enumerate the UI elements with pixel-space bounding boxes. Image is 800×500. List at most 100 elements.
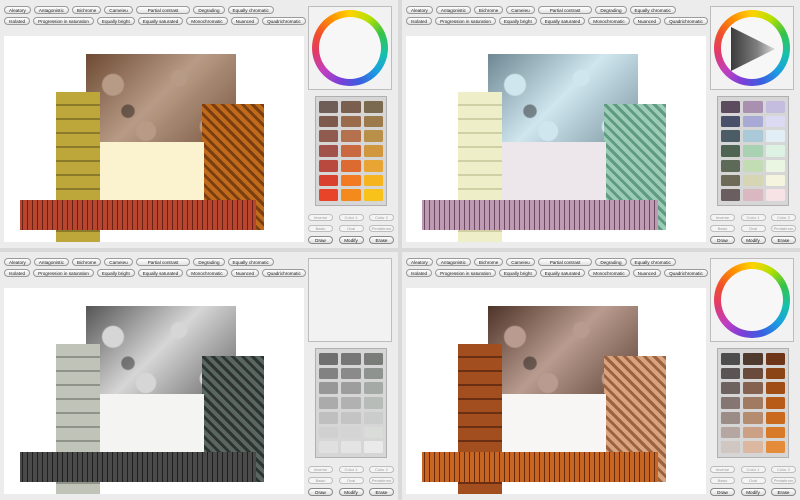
- palette-swatch[interactable]: [319, 397, 339, 409]
- color-control-button[interactable]: Pentabrum: [771, 477, 796, 484]
- palette-swatch[interactable]: [743, 441, 763, 453]
- harmony-button[interactable]: Monochromatic: [186, 269, 228, 277]
- harmony-button[interactable]: Antagonistic: [435, 6, 471, 14]
- palette-swatch[interactable]: [363, 130, 383, 143]
- palette-swatch[interactable]: [363, 426, 383, 439]
- erase-button[interactable]: Erase: [369, 488, 394, 496]
- palette-swatch[interactable]: [765, 426, 785, 439]
- color-control-button[interactable]: Color 1: [740, 466, 766, 473]
- color-control-button[interactable]: Inverse: [710, 466, 735, 473]
- palette-swatch[interactable]: [319, 101, 339, 113]
- palette-swatch[interactable]: [743, 115, 763, 128]
- harmony-button[interactable]: Antagonistic: [435, 258, 471, 266]
- palette-swatch[interactable]: [721, 411, 741, 424]
- palette-swatch[interactable]: [765, 174, 785, 187]
- palette-swatch[interactable]: [319, 441, 339, 453]
- harmony-button[interactable]: Progression in saturation: [33, 17, 94, 25]
- cream-block[interactable]: [100, 142, 204, 208]
- palette-swatch[interactable]: [319, 174, 339, 187]
- harmony-button[interactable]: Progression in saturation: [435, 17, 496, 25]
- palette-swatch[interactable]: [363, 397, 383, 409]
- color-wheel[interactable]: [714, 262, 790, 338]
- color-control-button[interactable]: Color 2: [369, 466, 394, 473]
- palette-swatch[interactable]: [765, 382, 785, 395]
- color-control-button[interactable]: Oval: [740, 225, 766, 232]
- harmony-button[interactable]: Cameieu: [104, 6, 133, 14]
- palette-swatch[interactable]: [341, 353, 361, 365]
- granite-strip[interactable]: [20, 200, 256, 230]
- harmony-button[interactable]: Equally bright: [96, 269, 135, 277]
- harmony-button[interactable]: Partial contrast: [135, 6, 191, 14]
- palette-swatch[interactable]: [319, 145, 339, 157]
- composition-canvas[interactable]: [406, 288, 706, 494]
- harmony-button[interactable]: Bichrome: [71, 6, 102, 14]
- harmony-button[interactable]: Monochromatic: [186, 17, 228, 25]
- harmony-button[interactable]: Progression in saturation: [33, 269, 94, 277]
- palette-swatch[interactable]: [363, 145, 383, 157]
- granite-strip[interactable]: [422, 452, 658, 482]
- erase-button[interactable]: Erase: [771, 236, 796, 244]
- palette-swatch[interactable]: [341, 411, 361, 424]
- palette-swatch[interactable]: [721, 130, 741, 143]
- palette-swatch[interactable]: [341, 441, 361, 453]
- palette-swatch[interactable]: [341, 130, 361, 143]
- palette-swatch[interactable]: [721, 441, 741, 453]
- palette-swatch[interactable]: [319, 189, 339, 201]
- palette-swatch[interactable]: [319, 130, 339, 143]
- harmony-button[interactable]: Aleatory: [406, 6, 433, 14]
- color-control-button[interactable]: Color 1: [338, 466, 364, 473]
- palette-swatch[interactable]: [721, 189, 741, 201]
- harmony-button[interactable]: Quadrichromatic: [664, 269, 708, 277]
- palette-swatch[interactable]: [765, 441, 785, 453]
- palette-swatch[interactable]: [743, 130, 763, 143]
- granite-strip[interactable]: [422, 200, 658, 230]
- palette-swatch[interactable]: [743, 145, 763, 157]
- color-control-button[interactable]: Inverse: [308, 214, 333, 221]
- palette-swatch[interactable]: [341, 101, 361, 113]
- palette-swatch[interactable]: [363, 159, 383, 172]
- harmony-button[interactable]: Isolated: [4, 17, 31, 25]
- harmony-button[interactable]: Monochromatic: [588, 269, 630, 277]
- palette-swatch[interactable]: [743, 174, 763, 187]
- palette-swatch[interactable]: [765, 101, 785, 113]
- color-control-button[interactable]: Color 2: [369, 214, 394, 221]
- palette-swatch[interactable]: [319, 115, 339, 128]
- harmony-button[interactable]: Nuanced: [632, 17, 662, 25]
- color-control-button[interactable]: Inverse: [308, 466, 333, 473]
- palette-swatch[interactable]: [765, 353, 785, 365]
- draw-button[interactable]: Draw: [710, 488, 735, 496]
- palette-swatch[interactable]: [765, 411, 785, 424]
- color-control-button[interactable]: Basic: [308, 225, 333, 232]
- harmony-button[interactable]: Equally saturated: [137, 17, 184, 25]
- harmony-button[interactable]: Bichrome: [473, 258, 504, 266]
- harmony-button[interactable]: Bichrome: [473, 6, 504, 14]
- palette-swatch[interactable]: [765, 115, 785, 128]
- color-wheel[interactable]: [312, 10, 388, 86]
- harmony-button[interactable]: Nuanced: [632, 269, 662, 277]
- color-control-button[interactable]: Color 1: [740, 214, 766, 221]
- palette-swatch[interactable]: [341, 426, 361, 439]
- color-control-button[interactable]: Oval: [338, 225, 364, 232]
- erase-button[interactable]: Erase: [771, 488, 796, 496]
- composition-canvas[interactable]: [406, 36, 706, 242]
- harmony-button[interactable]: Nuanced: [230, 269, 260, 277]
- composition-canvas[interactable]: [4, 288, 304, 494]
- palette-swatch[interactable]: [341, 367, 361, 380]
- color-control-button[interactable]: Pentabrum: [369, 225, 394, 232]
- modify-button[interactable]: Modify: [338, 488, 364, 496]
- cream-block[interactable]: [502, 142, 606, 208]
- palette-swatch[interactable]: [765, 397, 785, 409]
- palette-swatch[interactable]: [721, 145, 741, 157]
- color-control-button[interactable]: Pentabrum: [369, 477, 394, 484]
- cream-block[interactable]: [100, 394, 204, 460]
- palette-swatch[interactable]: [743, 382, 763, 395]
- harmony-button[interactable]: Cameieu: [104, 258, 133, 266]
- draw-button[interactable]: Draw: [308, 488, 333, 496]
- color-control-button[interactable]: Pentabrum: [771, 225, 796, 232]
- color-control-button[interactable]: Basic: [710, 225, 735, 232]
- harmony-button[interactable]: Equally bright: [498, 269, 537, 277]
- palette-swatch[interactable]: [721, 367, 741, 380]
- palette-swatch[interactable]: [363, 441, 383, 453]
- palette-swatch[interactable]: [743, 426, 763, 439]
- color-control-button[interactable]: Basic: [710, 477, 735, 484]
